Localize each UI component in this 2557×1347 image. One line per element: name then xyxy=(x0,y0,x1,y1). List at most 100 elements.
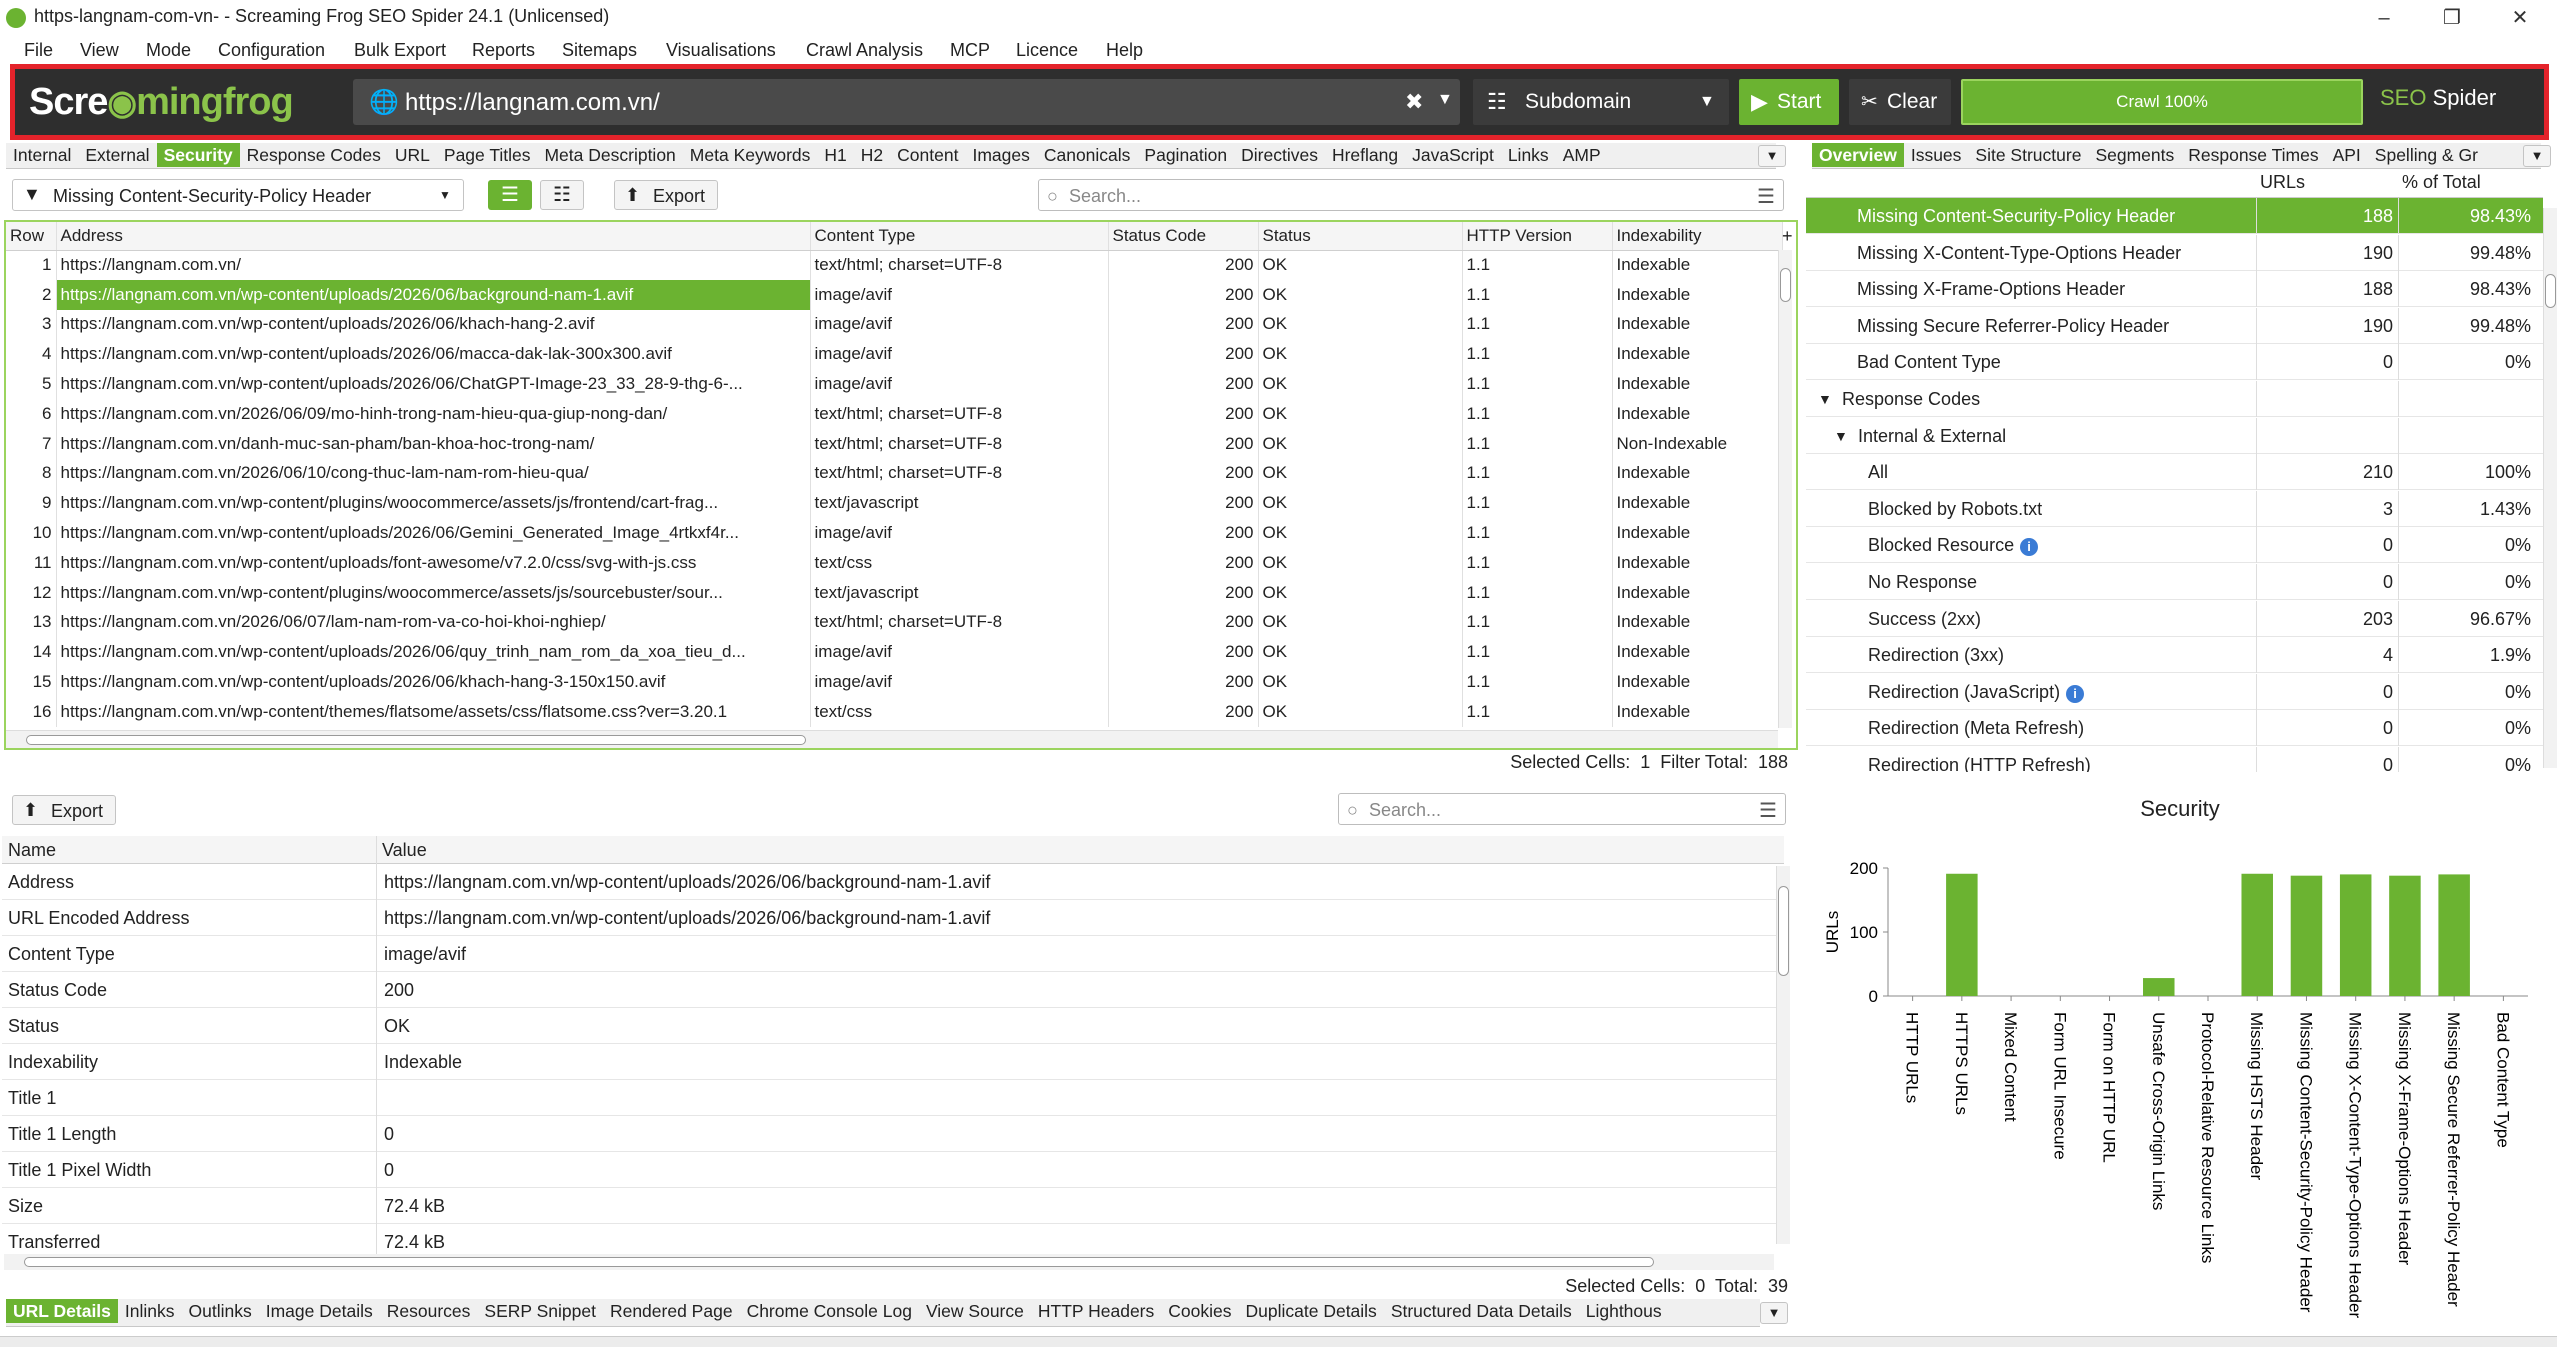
overview-row[interactable]: Bad Content Type 0 0% xyxy=(1806,344,2543,381)
table-row[interactable]: 8 https://langnam.com.vn/2026/06/10/cong-… xyxy=(6,458,1783,489)
menu-view[interactable]: View xyxy=(80,40,119,61)
details-row[interactable]: Transferred 72.4 kB xyxy=(2,1224,1784,1256)
menu-licence[interactable]: Licence xyxy=(1016,40,1078,61)
bottom-tabs-overflow-button[interactable]: ▼ xyxy=(1760,1302,1788,1324)
table-row[interactable]: 12 https://langnam.com.vn/wp-content/plug… xyxy=(6,577,1783,608)
tab-site-structure[interactable]: Site Structure xyxy=(1968,143,2088,167)
add-column-icon[interactable]: + xyxy=(1782,226,1793,247)
menu-crawl-analysis[interactable]: Crawl Analysis xyxy=(806,40,923,61)
tab-image-details[interactable]: Image Details xyxy=(259,1299,380,1323)
table-row[interactable]: 15 https://langnam.com.vn/wp-content/uplo… xyxy=(6,667,1783,697)
tab-internal[interactable]: Internal xyxy=(6,143,78,167)
column-header[interactable]: Status Code xyxy=(1108,222,1259,251)
tab-response-times[interactable]: Response Times xyxy=(2181,143,2325,167)
column-header[interactable]: Row xyxy=(6,222,57,251)
menu-help[interactable]: Help xyxy=(1106,40,1143,61)
tab-chrome-console-log[interactable]: Chrome Console Log xyxy=(740,1299,919,1323)
tab-overview[interactable]: Overview xyxy=(1812,143,1904,167)
tab-segments[interactable]: Segments xyxy=(2088,143,2181,167)
details-row[interactable]: Status OK xyxy=(2,1008,1784,1044)
tab-hreflang[interactable]: Hreflang xyxy=(1325,143,1405,167)
table-row[interactable]: 14 https://langnam.com.vn/wp-content/uplo… xyxy=(6,637,1783,668)
table-row[interactable]: 1 https://langnam.com.vn/text/html; chars… xyxy=(6,250,1783,280)
details-row[interactable]: Content Type image/avif xyxy=(2,936,1784,972)
overview-row[interactable]: Success (2xx) 203 96.67% xyxy=(1806,600,2543,637)
overview-row[interactable]: Redirection (JavaScript) i 0 0% xyxy=(1806,673,2543,710)
maximize-icon[interactable]: ❐ xyxy=(2422,2,2482,34)
tab-canonicals[interactable]: Canonicals xyxy=(1037,143,1138,167)
menu-sitemaps[interactable]: Sitemaps xyxy=(562,40,637,61)
overview-row[interactable]: No Response 0 0% xyxy=(1806,564,2543,600)
info-icon[interactable]: i xyxy=(2020,538,2039,557)
search-input[interactable]: ○ Search... ☰ xyxy=(1038,179,1784,211)
table-row[interactable]: 16 https://langnam.com.vn/wp-content/them… xyxy=(6,696,1783,727)
overview-row[interactable]: All 210 100% xyxy=(1806,454,2543,491)
tab-spelling-grammar[interactable]: Spelling & Gr xyxy=(2368,143,2485,167)
tab-url-details[interactable]: URL Details xyxy=(6,1299,118,1323)
right-tabs-overflow-button[interactable]: ▼ xyxy=(2523,145,2551,167)
table-row[interactable]: 6 https://langnam.com.vn/2026/06/09/mo-hi… xyxy=(6,398,1783,429)
details-vertical-scrollbar[interactable] xyxy=(1776,866,1790,1244)
details-row[interactable]: Title 1 xyxy=(2,1080,1784,1116)
clear-url-icon[interactable]: ✖ xyxy=(1405,89,1423,115)
menu-mcp[interactable]: MCP xyxy=(950,40,990,61)
overview-row[interactable]: Blocked Resource i 0 0% xyxy=(1806,527,2543,564)
minimize-icon[interactable]: – xyxy=(2354,2,2414,34)
tab-lighthouse[interactable]: Lighthous xyxy=(1579,1299,1669,1323)
tab-response-codes[interactable]: Response Codes xyxy=(240,143,388,167)
filter-select[interactable]: ▼ Missing Content-Security-Policy Header… xyxy=(12,179,464,211)
table-row[interactable]: 5 https://langnam.com.vn/wp-content/uploa… xyxy=(6,369,1783,399)
tab-duplicate-details[interactable]: Duplicate Details xyxy=(1239,1299,1384,1323)
tab-issues[interactable]: Issues xyxy=(1904,143,1969,167)
tab-http-headers[interactable]: HTTP Headers xyxy=(1031,1299,1161,1323)
tab-outlinks[interactable]: Outlinks xyxy=(182,1299,259,1323)
tab-view-source[interactable]: View Source xyxy=(919,1299,1031,1323)
tab-security[interactable]: Security xyxy=(156,143,240,167)
overview-row[interactable]: Missing Secure Referrer-Policy Header 190… xyxy=(1806,307,2543,344)
tab-cookies[interactable]: Cookies xyxy=(1161,1299,1238,1323)
tab-meta-keywords[interactable]: Meta Keywords xyxy=(683,143,818,167)
tab-inlinks[interactable]: Inlinks xyxy=(118,1299,182,1323)
menu-mode[interactable]: Mode xyxy=(146,40,191,61)
details-row[interactable]: Address https://langnam.com.vn/wp-content… xyxy=(2,864,1784,900)
table-row[interactable]: 2 https://langnam.com.vn/wp-content/uploa… xyxy=(6,279,1783,310)
overview-row[interactable]: ▼ Internal & External xyxy=(1806,417,2543,454)
chart-bar[interactable] xyxy=(2143,978,2175,996)
menu-visualisations[interactable]: Visualisations xyxy=(666,40,776,61)
overview-row[interactable]: Redirection (Meta Refresh) 0 0% xyxy=(1806,710,2543,747)
tab-structured-data-details[interactable]: Structured Data Details xyxy=(1384,1299,1579,1323)
chart-bar[interactable] xyxy=(2290,875,2323,996)
tab-url[interactable]: URL xyxy=(388,143,437,167)
tab-h2[interactable]: H2 xyxy=(854,143,890,167)
tab-links[interactable]: Links xyxy=(1501,143,1556,167)
tab-images[interactable]: Images xyxy=(965,143,1036,167)
table-row[interactable]: 11 https://langnam.com.vn/wp-content/uplo… xyxy=(6,547,1783,578)
tree-view-button[interactable]: ☷ xyxy=(540,180,584,210)
search-options-icon[interactable]: ☰ xyxy=(1757,184,1775,209)
tab-amp[interactable]: AMP xyxy=(1556,143,1608,167)
start-button[interactable]: ▶ Start xyxy=(1739,79,1839,125)
export-button[interactable]: ⬆ Export xyxy=(614,180,718,210)
menu-configuration[interactable]: Configuration xyxy=(218,40,325,61)
details-row[interactable]: Status Code 200 xyxy=(2,972,1784,1008)
tab-pagination[interactable]: Pagination xyxy=(1137,143,1234,167)
overview-row[interactable]: Missing X-Content-Type-Options Header 190… xyxy=(1806,234,2543,271)
tab-api[interactable]: API xyxy=(2326,143,2368,167)
column-header[interactable]: Address xyxy=(56,222,811,251)
tab-external[interactable]: External xyxy=(78,143,156,167)
chart-bar[interactable] xyxy=(2389,875,2421,996)
crawl-mode-select[interactable]: ☷ Subdomain ▼ xyxy=(1473,79,1729,125)
tab-directives[interactable]: Directives xyxy=(1234,143,1325,167)
tab-h1[interactable]: H1 xyxy=(817,143,853,167)
tab-resources[interactable]: Resources xyxy=(380,1299,478,1323)
table-row[interactable]: 9 https://langnam.com.vn/wp-content/plugi… xyxy=(6,488,1783,519)
clear-button[interactable]: ✂ Clear xyxy=(1849,79,1951,125)
tree-expand-icon[interactable]: ▼ xyxy=(1834,428,1848,444)
details-row[interactable]: Title 1 Length 0 xyxy=(2,1116,1784,1152)
overview-row[interactable]: Redirection (3xx) 4 1.9% xyxy=(1806,637,2543,674)
tab-serp-snippet[interactable]: SERP Snippet xyxy=(477,1299,603,1323)
list-view-button[interactable]: ☰ xyxy=(488,180,532,210)
tab-meta-description[interactable]: Meta Description xyxy=(537,143,682,167)
close-icon[interactable]: ✕ xyxy=(2490,2,2550,34)
url-input[interactable]: 🌐 https://langnam.com.vn/ ✖ ▼ xyxy=(353,79,1460,125)
